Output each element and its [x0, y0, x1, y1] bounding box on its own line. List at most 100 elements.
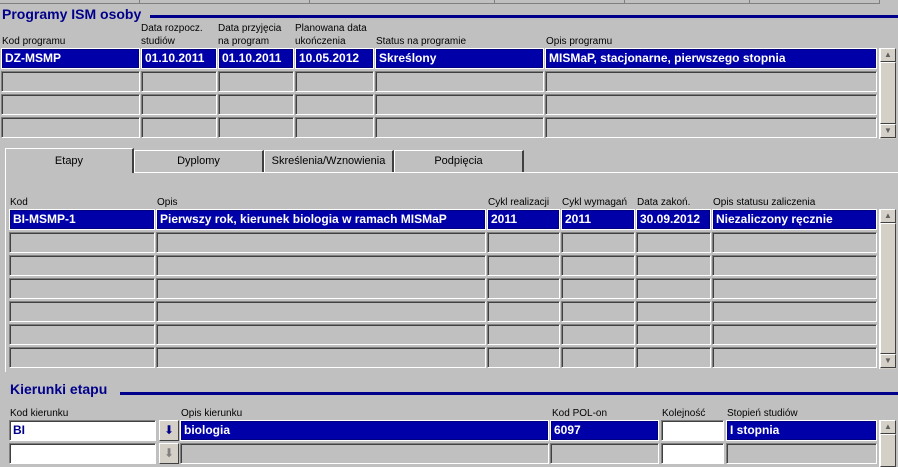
etapy-cell-cykl-wym[interactable]	[561, 232, 635, 253]
etapy-cell-cykl-real[interactable]	[487, 232, 560, 253]
programs-cell-status[interactable]	[375, 71, 544, 92]
etapy-cell-opis-status[interactable]	[712, 278, 877, 299]
programs-cell-data-przyj[interactable]	[218, 71, 294, 92]
programs-cell-kod[interactable]	[1, 71, 140, 92]
etapy-cell-data-zak[interactable]: 30.09.2012	[636, 209, 711, 230]
etapy-cell-kod[interactable]	[9, 301, 155, 322]
triangle-down-icon[interactable]: ▼	[880, 354, 896, 368]
etapy-cell-data-zak[interactable]	[636, 255, 711, 276]
programs-cell-kod[interactable]: DZ-MSMP	[1, 48, 140, 69]
etapy-cell-cykl-real[interactable]	[487, 324, 560, 345]
kierunki-cell-pol-on[interactable]	[550, 443, 659, 464]
etapy-cell-opis-status[interactable]: Niezaliczony ręcznie	[712, 209, 877, 230]
scroll-thumb[interactable]	[880, 62, 896, 124]
tab-etapy[interactable]: Etapy	[5, 148, 134, 173]
kierunki-cell-kolejnosc[interactable]	[661, 443, 724, 464]
programs-cell-opis[interactable]	[545, 94, 877, 115]
etapy-cell-kod[interactable]	[9, 278, 155, 299]
programs-header-data-rozp-1: Data rozpocz.	[141, 23, 203, 34]
etapy-cell-data-zak[interactable]	[636, 232, 711, 253]
kierunki-cell-stopien[interactable]	[726, 443, 877, 464]
etapy-cell-data-zak[interactable]	[636, 324, 711, 345]
etapy-cell-opis-status[interactable]	[712, 324, 877, 345]
etapy-cell-cykl-real[interactable]	[487, 347, 560, 368]
etapy-cell-opis[interactable]	[156, 278, 486, 299]
scroll-thumb[interactable]	[880, 434, 896, 467]
etapy-cell-opis[interactable]	[156, 324, 486, 345]
kierunki-cell-kolejnosc[interactable]	[661, 420, 724, 441]
tab-podpiecia[interactable]: Podpięcia	[394, 150, 524, 172]
etapy-cell-cykl-wym[interactable]	[561, 255, 635, 276]
programs-cell-data-rozp[interactable]	[141, 71, 217, 92]
kierunki-cell-kod[interactable]: BI	[9, 420, 156, 441]
etapy-cell-opis[interactable]: Pierwszy rok, kierunek biologia w ramach…	[156, 209, 486, 230]
programs-cell-planowana[interactable]	[295, 94, 374, 115]
programs-cell-data-rozp[interactable]	[141, 94, 217, 115]
kierunki-title: Kierunki etapu	[10, 381, 108, 397]
etapy-cell-cykl-wym[interactable]	[561, 347, 635, 368]
kierunki-scrollbar[interactable]: ▲	[879, 420, 896, 467]
triangle-up-icon[interactable]: ▲	[880, 209, 896, 223]
kierunki-header-stopien: Stopień studiów	[727, 408, 798, 419]
programs-cell-planowana[interactable]: 10.05.2012	[295, 48, 374, 69]
etapy-cell-kod[interactable]	[9, 347, 155, 368]
programs-cell-data-rozp[interactable]	[141, 117, 217, 138]
etapy-cell-data-zak[interactable]	[636, 301, 711, 322]
etapy-cell-cykl-wym[interactable]: 2011	[561, 209, 635, 230]
triangle-down-icon[interactable]: ▼	[880, 124, 896, 138]
triangle-up-icon[interactable]: ▲	[880, 48, 896, 62]
etapy-cell-opis[interactable]	[156, 301, 486, 322]
scroll-thumb[interactable]	[880, 223, 896, 354]
programs-cell-status[interactable]	[375, 94, 544, 115]
etapy-cell-opis[interactable]	[156, 232, 486, 253]
programs-cell-planowana[interactable]	[295, 71, 374, 92]
etapy-cell-kod[interactable]	[9, 232, 155, 253]
etapy-cell-cykl-real[interactable]	[487, 301, 560, 322]
programs-header-data-rozp-2: studiów	[141, 36, 175, 47]
arrow-down-icon[interactable]: ⬇	[159, 443, 179, 464]
triangle-up-icon[interactable]: ▲	[880, 420, 896, 434]
arrow-down-icon[interactable]: ⬇	[159, 420, 179, 441]
etapy-cell-data-zak[interactable]	[636, 347, 711, 368]
etapy-cell-opis-status[interactable]	[712, 301, 877, 322]
programs-cell-opis[interactable]	[545, 117, 877, 138]
programs-cell-opis[interactable]: MISMaP, stacjonarne, pierwszego stopnia	[545, 48, 877, 69]
tab-dyplomy[interactable]: Dyplomy	[134, 150, 264, 172]
etapy-cell-opis[interactable]	[156, 255, 486, 276]
programs-scrollbar[interactable]: ▲ ▼	[879, 48, 896, 139]
etapy-cell-opis-status[interactable]	[712, 347, 877, 368]
etapy-cell-cykl-wym[interactable]	[561, 324, 635, 345]
kierunki-cell-stopien[interactable]: I stopnia	[726, 420, 877, 441]
etapy-scrollbar[interactable]: ▲ ▼	[879, 209, 896, 369]
tab-skreslenia[interactable]: Skreślenia/Wznowienia	[264, 150, 394, 172]
etapy-cell-opis-status[interactable]	[712, 255, 877, 276]
programs-cell-kod[interactable]	[1, 94, 140, 115]
programs-cell-status[interactable]	[375, 117, 544, 138]
etapy-cell-kod[interactable]	[9, 255, 155, 276]
programs-cell-data-przyj[interactable]: 01.10.2011	[218, 48, 294, 69]
etapy-header-cykl-wym: Cykl wymagań	[562, 197, 628, 208]
programs-cell-opis[interactable]	[545, 71, 877, 92]
etapy-cell-opis-status[interactable]	[712, 232, 877, 253]
programs-header-opis: Opis programu	[546, 36, 613, 47]
kierunki-header-kolejnosc: Kolejność	[662, 408, 706, 419]
etapy-cell-kod[interactable]: BI-MSMP-1	[9, 209, 155, 230]
programs-cell-planowana[interactable]	[295, 117, 374, 138]
kierunki-cell-opis[interactable]	[180, 443, 549, 464]
etapy-cell-data-zak[interactable]	[636, 278, 711, 299]
programs-cell-data-rozp[interactable]: 01.10.2011	[141, 48, 217, 69]
kierunki-cell-kod[interactable]	[9, 443, 156, 464]
etapy-cell-kod[interactable]	[9, 324, 155, 345]
etapy-cell-cykl-wym[interactable]	[561, 278, 635, 299]
programs-cell-data-przyj[interactable]	[218, 117, 294, 138]
programs-cell-kod[interactable]	[1, 117, 140, 138]
etapy-cell-cykl-real[interactable]	[487, 278, 560, 299]
etapy-cell-opis[interactable]	[156, 347, 486, 368]
kierunki-cell-pol-on[interactable]: 6097	[550, 420, 659, 441]
etapy-cell-cykl-real[interactable]: 2011	[487, 209, 560, 230]
programs-cell-data-przyj[interactable]	[218, 94, 294, 115]
kierunki-cell-opis[interactable]: biologia	[180, 420, 549, 441]
etapy-cell-cykl-wym[interactable]	[561, 301, 635, 322]
etapy-cell-cykl-real[interactable]	[487, 255, 560, 276]
programs-cell-status[interactable]: Skreślony	[375, 48, 544, 69]
